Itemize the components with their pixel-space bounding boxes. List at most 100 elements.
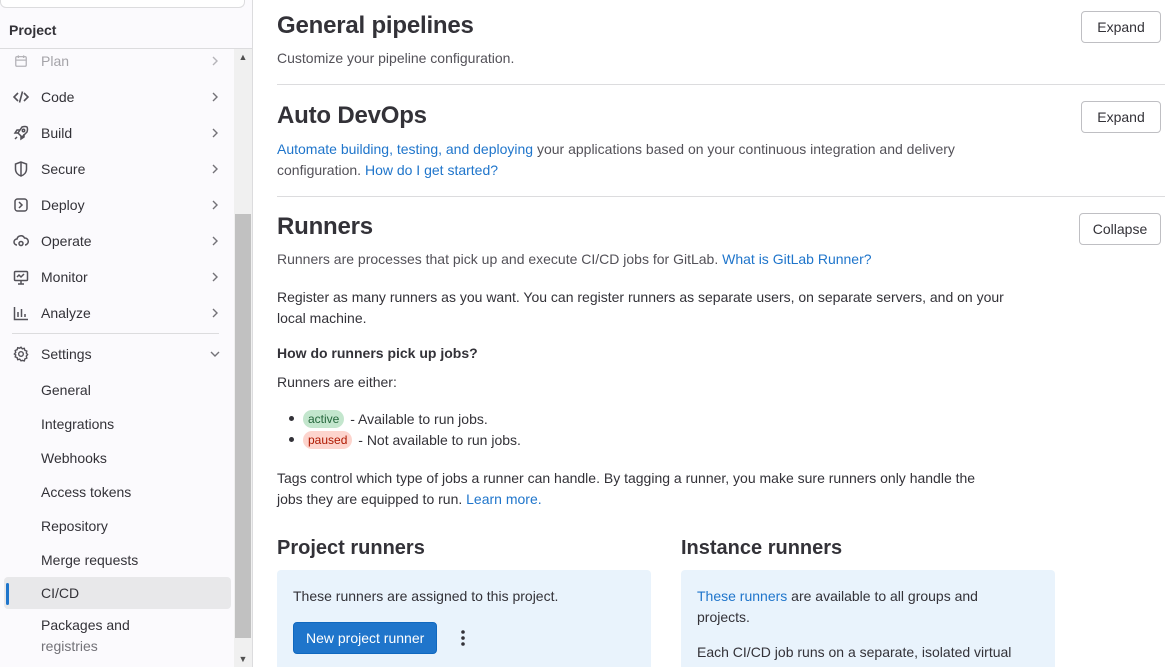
sidebar-item-label: Monitor xyxy=(41,269,88,285)
chevron-right-icon xyxy=(210,128,220,138)
these-runners-link[interactable]: These runners xyxy=(697,588,787,604)
instance-runners-text-1: are available to all groups and xyxy=(787,588,978,604)
sidebar-item-label: Code xyxy=(41,89,75,105)
tags-line-1: Tags control which type of jobs a runner… xyxy=(277,470,976,486)
sidebar-item-label: Operate xyxy=(41,233,92,249)
general-pipelines-description: Customize your pipeline configuration. xyxy=(277,50,515,66)
calendar-icon xyxy=(12,52,30,70)
runners-title: Runners xyxy=(277,213,373,240)
runners-collapse-button[interactable]: Collapse xyxy=(1079,213,1161,245)
rocket-icon xyxy=(12,124,30,142)
sidebar-item-settings[interactable]: Settings xyxy=(0,337,230,371)
instance-runners-text-2: projects. xyxy=(697,609,750,625)
auto-devops-text: your applications based on your continuo… xyxy=(533,141,955,157)
chevron-right-icon xyxy=(210,236,220,246)
chevron-right-icon xyxy=(210,200,220,210)
sidebar-item-secure[interactable]: Secure xyxy=(0,152,230,186)
learn-more-link[interactable]: Learn more. xyxy=(466,491,541,507)
sidebar-subitem-repository[interactable]: Repository xyxy=(0,509,231,543)
gear-icon xyxy=(12,345,30,363)
section-divider xyxy=(277,196,1165,197)
list-item-active: active - Available to run jobs. xyxy=(289,408,488,429)
sidebar-item-deploy[interactable]: Deploy xyxy=(0,188,230,222)
sidebar-subitem-integrations[interactable]: Integrations xyxy=(0,407,231,441)
status-badge-paused: paused xyxy=(303,430,353,449)
scroll-up-arrow-icon[interactable]: ▲ xyxy=(234,49,252,65)
active-description: - Available to run jobs. xyxy=(346,410,488,427)
auto-devops-description: Automate building, testing, and deployin… xyxy=(277,139,1165,181)
sidebar: Project Plan Code Build Secure Deploy Op… xyxy=(0,0,253,667)
sidebar-subitem-merge-requests[interactable]: Merge requests xyxy=(0,543,231,577)
list-item-paused: paused - Not available to run jobs. xyxy=(289,429,521,450)
sidebar-item-label: Build xyxy=(41,125,73,141)
sidebar-item-analyze[interactable]: Analyze xyxy=(0,296,230,330)
runners-either-text: Runners are either: xyxy=(277,374,397,390)
register-line-2: local machine. xyxy=(277,310,367,326)
paused-description: - Not available to run jobs. xyxy=(354,431,521,448)
instance-runners-title: Instance runners xyxy=(681,537,843,559)
sidebar-item-plan[interactable]: Plan xyxy=(0,44,230,78)
auto-devops-link[interactable]: Automate building, testing, and deployin… xyxy=(277,141,533,157)
general-pipelines-expand-button[interactable]: Expand xyxy=(1081,11,1161,43)
sidebar-item-build[interactable]: Build xyxy=(0,116,230,150)
auto-devops-title: Auto DevOps xyxy=(277,102,427,129)
chevron-right-icon xyxy=(210,56,220,66)
tags-line-2: jobs they are equipped to run. xyxy=(277,491,463,507)
monitor-icon xyxy=(12,268,30,286)
sidebar-item-label: Secure xyxy=(41,161,86,177)
sidebar-subitem-cicd[interactable]: CI/CD xyxy=(4,577,231,609)
sidebar-subitem-label: CI/CD xyxy=(41,585,80,601)
kebab-menu-icon[interactable] xyxy=(455,626,471,650)
sidebar-subitem-access-tokens[interactable]: Access tokens xyxy=(0,475,231,509)
new-project-runner-button[interactable]: New project runner xyxy=(293,622,438,654)
sidebar-item-label: Settings xyxy=(41,346,92,362)
sidebar-item-label: Plan xyxy=(41,53,70,69)
sidebar-subitem-label: Integrations xyxy=(41,416,115,432)
scrollbar-thumb[interactable] xyxy=(235,214,251,638)
runners-section-header: Runners Runners are processes that pick … xyxy=(277,213,1165,270)
chevron-right-icon xyxy=(210,272,220,282)
instance-runners-card: These runners are available to all group… xyxy=(681,570,1055,667)
sidebar-subitem-webhooks[interactable]: Webhooks xyxy=(0,441,231,475)
sidebar-subitem-label: Packages and xyxy=(41,617,130,633)
sidebar-item-monitor[interactable]: Monitor xyxy=(0,260,230,294)
chart-icon xyxy=(12,304,30,322)
status-badge-active: active xyxy=(303,409,345,428)
sidebar-item-operate[interactable]: Operate xyxy=(0,224,230,258)
how-pick-up-jobs-heading: How do runners pick up jobs? xyxy=(277,345,478,361)
project-runners-card: These runners are assigned to this proje… xyxy=(277,570,651,667)
chevron-right-icon xyxy=(210,92,220,102)
sidebar-subitem-label: General xyxy=(41,382,91,398)
sidebar-subitem-label: Merge requests xyxy=(41,552,139,568)
register-line-1: Register as many runners as you want. Yo… xyxy=(277,289,1004,305)
project-runners-text: These runners are assigned to this proje… xyxy=(293,588,559,604)
sidebar-subitem-general[interactable]: General xyxy=(0,373,231,407)
instance-runners-text: These runners are available to all group… xyxy=(697,586,1037,628)
project-runners-title: Project runners xyxy=(277,537,425,559)
cloud-gear-icon xyxy=(12,232,30,250)
chevron-down-icon xyxy=(210,349,220,359)
runners-description-text: Runners are processes that pick up and e… xyxy=(277,251,719,267)
sidebar-item-label: Deploy xyxy=(41,197,85,213)
what-is-runner-link[interactable]: What is GitLab Runner? xyxy=(722,251,871,267)
sidebar-subitem-packages-registries[interactable]: Packages and registries xyxy=(0,615,231,657)
sidebar-scrollbar[interactable]: ▲ ▼ xyxy=(234,49,252,667)
sidebar-subitem-label-continued: registries xyxy=(41,638,98,654)
chevron-right-icon xyxy=(210,308,220,318)
sidebar-subitem-label: Webhooks xyxy=(41,450,107,466)
general-pipelines-section: General pipelines Customize your pipelin… xyxy=(277,12,1165,69)
general-pipelines-title: General pipelines xyxy=(277,12,474,39)
sidebar-top-search-box[interactable] xyxy=(0,0,245,8)
scroll-down-arrow-icon[interactable]: ▼ xyxy=(234,651,252,667)
register-runners-text: Register as many runners as you want. Yo… xyxy=(277,287,1004,329)
auto-devops-expand-button[interactable]: Expand xyxy=(1081,101,1161,133)
instance-runners-text-3: Each CI/CD job runs on a separate, isola… xyxy=(697,644,1012,660)
section-divider xyxy=(277,84,1165,85)
how-get-started-link[interactable]: How do I get started? xyxy=(365,162,498,178)
sidebar-item-code[interactable]: Code xyxy=(0,80,230,114)
runners-description: Runners are processes that pick up and e… xyxy=(277,249,1165,270)
auto-devops-text-cont: configuration. xyxy=(277,162,362,178)
sidebar-divider xyxy=(12,333,219,334)
sidebar-item-label: Analyze xyxy=(41,305,91,321)
sidebar-subitem-label: Repository xyxy=(41,518,108,534)
